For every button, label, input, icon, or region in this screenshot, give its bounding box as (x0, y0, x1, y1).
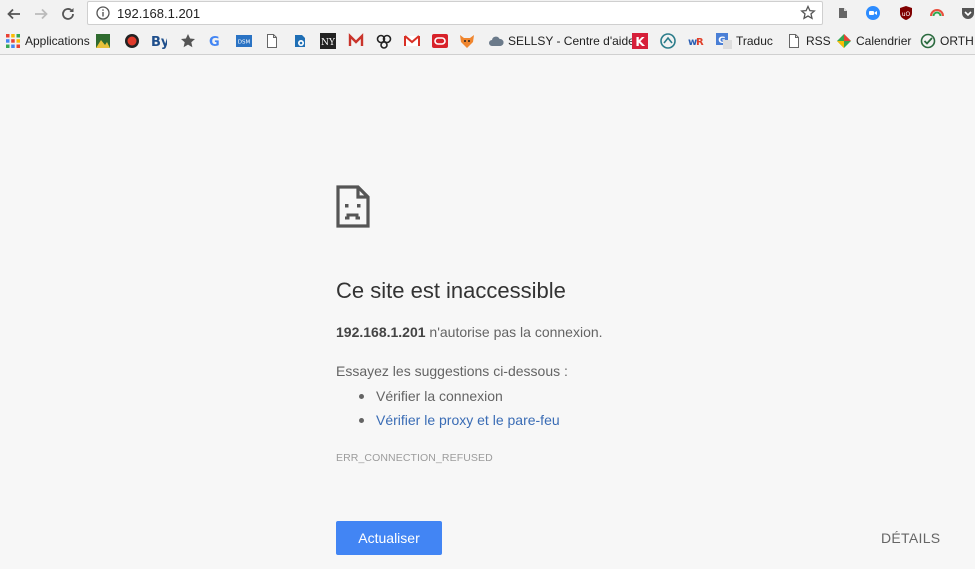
bookmark-3[interactable]: By (151, 31, 167, 51)
svg-text:NY: NY (321, 38, 336, 48)
bookmark-label: Traduc (736, 34, 773, 48)
by-icon: By (151, 35, 167, 49)
bookmark-1[interactable] (95, 31, 111, 51)
address-bar[interactable]: 192.168.1.201 (87, 1, 823, 25)
reload-icon (62, 8, 74, 20)
bookmark-14[interactable] (459, 31, 475, 51)
bookmark-10[interactable] (348, 31, 364, 51)
error-message-text: n'autorise pas la connexion. (425, 324, 603, 340)
red-circle-icon (125, 34, 139, 48)
bookmarks-bar: Applications By G DSM NY SELLSY - Centre… (0, 28, 975, 55)
bookmark-label: Applications (25, 34, 90, 48)
ublock-icon[interactable]: uO (898, 5, 914, 21)
error-title: Ce site est inaccessible (336, 278, 566, 303)
dsm-icon: DSM (236, 35, 252, 47)
nyt-icon: NY (320, 33, 336, 49)
svg-text:By: By (151, 35, 167, 49)
info-icon[interactable] (96, 6, 110, 20)
owl-icon (376, 34, 392, 49)
suggestion-check-proxy-link[interactable]: Vérifier le proxy et le pare-feu (336, 412, 560, 436)
bookmark-7[interactable] (264, 31, 280, 51)
circle-logo-icon (660, 33, 676, 49)
bookmark-17[interactable] (660, 31, 676, 51)
fox-icon (460, 35, 474, 48)
browser-toolbar: 192.168.1.201 uO (0, 0, 975, 28)
reload-button[interactable] (57, 3, 79, 25)
wr-icon: wR (688, 37, 704, 48)
bookmark-orth[interactable]: ORTH (920, 31, 974, 51)
sad-page-icon (336, 185, 370, 228)
details-button[interactable]: DÉTAILS (881, 530, 940, 546)
error-code: ERR_CONNECTION_REFUSED (336, 452, 493, 464)
bookmark-applications[interactable]: Applications (5, 31, 90, 51)
error-message: 192.168.1.201 n'autorise pas la connexio… (336, 324, 603, 340)
bookmark-star-icon[interactable] (800, 5, 816, 21)
settings-page-icon (295, 35, 305, 47)
bookmark-calendrier[interactable]: Calendrier (836, 31, 911, 51)
page-icon (789, 34, 799, 48)
bookmark-9[interactable]: NY (320, 31, 336, 51)
arrow-right-icon (35, 8, 48, 20)
bookmark-label: ORTH (940, 34, 974, 48)
error-host: 192.168.1.201 (336, 324, 426, 340)
calendar-diamond-icon (837, 34, 851, 48)
back-button[interactable] (3, 3, 25, 25)
svg-text:uO: uO (902, 11, 911, 18)
rainbow-icon[interactable] (929, 5, 945, 21)
bookmark-11[interactable] (376, 31, 392, 51)
suggestions-list: Vérifier la connexion Vérifier le proxy … (336, 388, 560, 436)
bookmark-12[interactable] (404, 31, 420, 51)
bookmark-rss[interactable]: RSS (786, 31, 831, 51)
bookmark-label: Calendrier (856, 34, 912, 48)
check-circle-icon (920, 33, 936, 49)
bookmark-4[interactable] (180, 31, 196, 51)
bookmark-18[interactable]: wR (688, 31, 704, 51)
bookmark-sellsy[interactable]: SELLSY - Centre d'aide (488, 31, 635, 51)
cloud-icon (489, 36, 504, 46)
image-bookmark-icon (96, 34, 110, 48)
bookmark-traduc[interactable]: G Traduc (716, 31, 773, 51)
url-text[interactable]: 192.168.1.201 (117, 6, 200, 21)
forward-button[interactable] (30, 3, 52, 25)
red-box-icon (432, 34, 448, 48)
reload-page-button[interactable]: Actualiser (336, 521, 442, 555)
svg-text:G: G (209, 35, 220, 49)
bookmark-13[interactable] (432, 31, 448, 51)
google-icon: G (209, 35, 220, 49)
apps-grid-icon (6, 34, 20, 48)
svg-text:R: R (696, 37, 704, 48)
k-icon: K (632, 33, 648, 49)
svg-text:K: K (635, 35, 645, 49)
star-bookmark-icon (181, 34, 195, 48)
evernote-icon[interactable] (835, 5, 851, 21)
bookmark-2[interactable] (124, 31, 140, 51)
bookmark-16[interactable]: K (632, 31, 648, 51)
m-icon (348, 33, 364, 46)
bookmark-8[interactable] (292, 31, 308, 51)
arrow-left-icon (7, 8, 20, 20)
pocket-icon[interactable] (960, 5, 975, 21)
bookmark-label: RSS (806, 34, 831, 48)
suggestions-intro: Essayez les suggestions ci-dessous : (336, 363, 568, 379)
bookmark-6[interactable]: DSM (236, 31, 252, 51)
suggestion-check-connection: Vérifier la connexion (336, 388, 560, 412)
translate-icon: G (716, 33, 732, 49)
bookmark-label: SELLSY - Centre d'aide (508, 34, 635, 48)
bookmark-5[interactable]: G (208, 31, 224, 51)
page-icon (267, 34, 277, 48)
gmail-icon (404, 35, 420, 46)
svg-text:DSM: DSM (238, 40, 251, 46)
zoom-icon[interactable] (865, 5, 881, 21)
